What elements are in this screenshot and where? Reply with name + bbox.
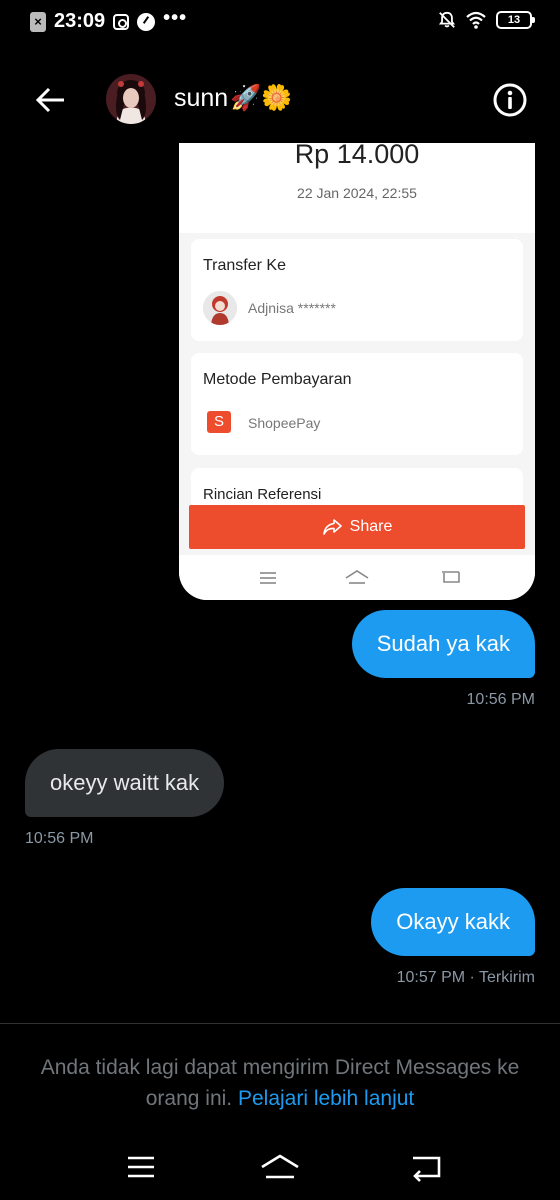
menu-icon <box>260 572 276 584</box>
home-icon <box>345 570 369 584</box>
message-timestamp-sent-status: 10:57 PM · Terkirim <box>396 969 535 986</box>
shopeepay-icon: S <box>207 411 231 433</box>
more-notifications-icon: ••• <box>163 7 188 29</box>
system-navigation-bar <box>0 1140 560 1200</box>
incoming-message[interactable]: okeyy waitt kak <box>25 749 225 817</box>
avatar[interactable] <box>106 74 156 124</box>
instagram-icon <box>113 13 130 30</box>
dm-restricted-notice: Anda tidak lagi dapat mengirim Direct Me… <box>20 1052 540 1114</box>
outgoing-message[interactable]: Sudah ya kak <box>351 610 535 678</box>
payment-method-name: ShopeePay <box>248 415 321 431</box>
home-button-icon[interactable] <box>260 1152 300 1182</box>
battery-icon: 13 <box>496 11 535 29</box>
receipt-date: 22 Jan 2024, 22:55 <box>297 185 417 201</box>
info-icon[interactable] <box>492 82 528 118</box>
receipt-system-nav <box>179 555 535 600</box>
contact-name: sunn <box>174 84 229 112</box>
transfer-title: Transfer Ke <box>203 257 286 274</box>
share-label: Share <box>349 518 393 535</box>
status-bar: × 23:09 ••• 13 <box>0 0 560 44</box>
transfer-card: Transfer Ke Adjnisa ******* <box>191 239 523 341</box>
status-bar-left: × 23:09 ••• <box>30 7 188 33</box>
message-timestamp: 10:56 PM <box>25 830 94 847</box>
contact-emojis: 🚀🌼 <box>230 84 293 112</box>
payment-method-title: Metode Pembayaran <box>203 371 352 388</box>
bell-off-icon <box>438 11 456 28</box>
conversation-title[interactable]: sunn 🚀🌼 <box>174 84 292 113</box>
back-button-icon[interactable] <box>407 1152 447 1182</box>
divider <box>0 1023 560 1024</box>
close-app-icon: × <box>30 11 46 32</box>
wifi-icon <box>466 11 486 29</box>
back-arrow-icon[interactable] <box>30 80 70 120</box>
status-bar-right: 13 <box>438 11 535 29</box>
recipient-avatar <box>203 291 237 325</box>
share-arrow-icon <box>322 519 342 535</box>
conversation-header: sunn 🚀🌼 <box>0 62 560 138</box>
recent-apps-icon[interactable] <box>121 1152 161 1182</box>
status-time: 23:09 <box>54 10 106 32</box>
share-button: Share <box>189 505 525 549</box>
receipt-header: Rp 14.000 22 Jan 2024, 22:55 <box>179 143 535 233</box>
message-timestamp: 10:56 PM <box>466 691 535 708</box>
learn-more-link[interactable]: Pelajari lebih lanjut <box>238 1087 414 1110</box>
payment-method-card: Metode Pembayaran S ShopeePay <box>191 353 523 455</box>
back-icon <box>442 571 460 583</box>
recipient-name: Adjnisa ******* <box>248 300 336 316</box>
shared-payment-screenshot[interactable]: Rp 14.000 22 Jan 2024, 22:55 Transfer Ke… <box>179 143 535 600</box>
speed-gauge-icon <box>137 12 156 31</box>
receipt-amount: Rp 14.000 <box>294 143 420 169</box>
outgoing-message[interactable]: Okayy kakk <box>371 888 535 956</box>
reference-details-title: Rincian Referensi <box>203 486 322 503</box>
